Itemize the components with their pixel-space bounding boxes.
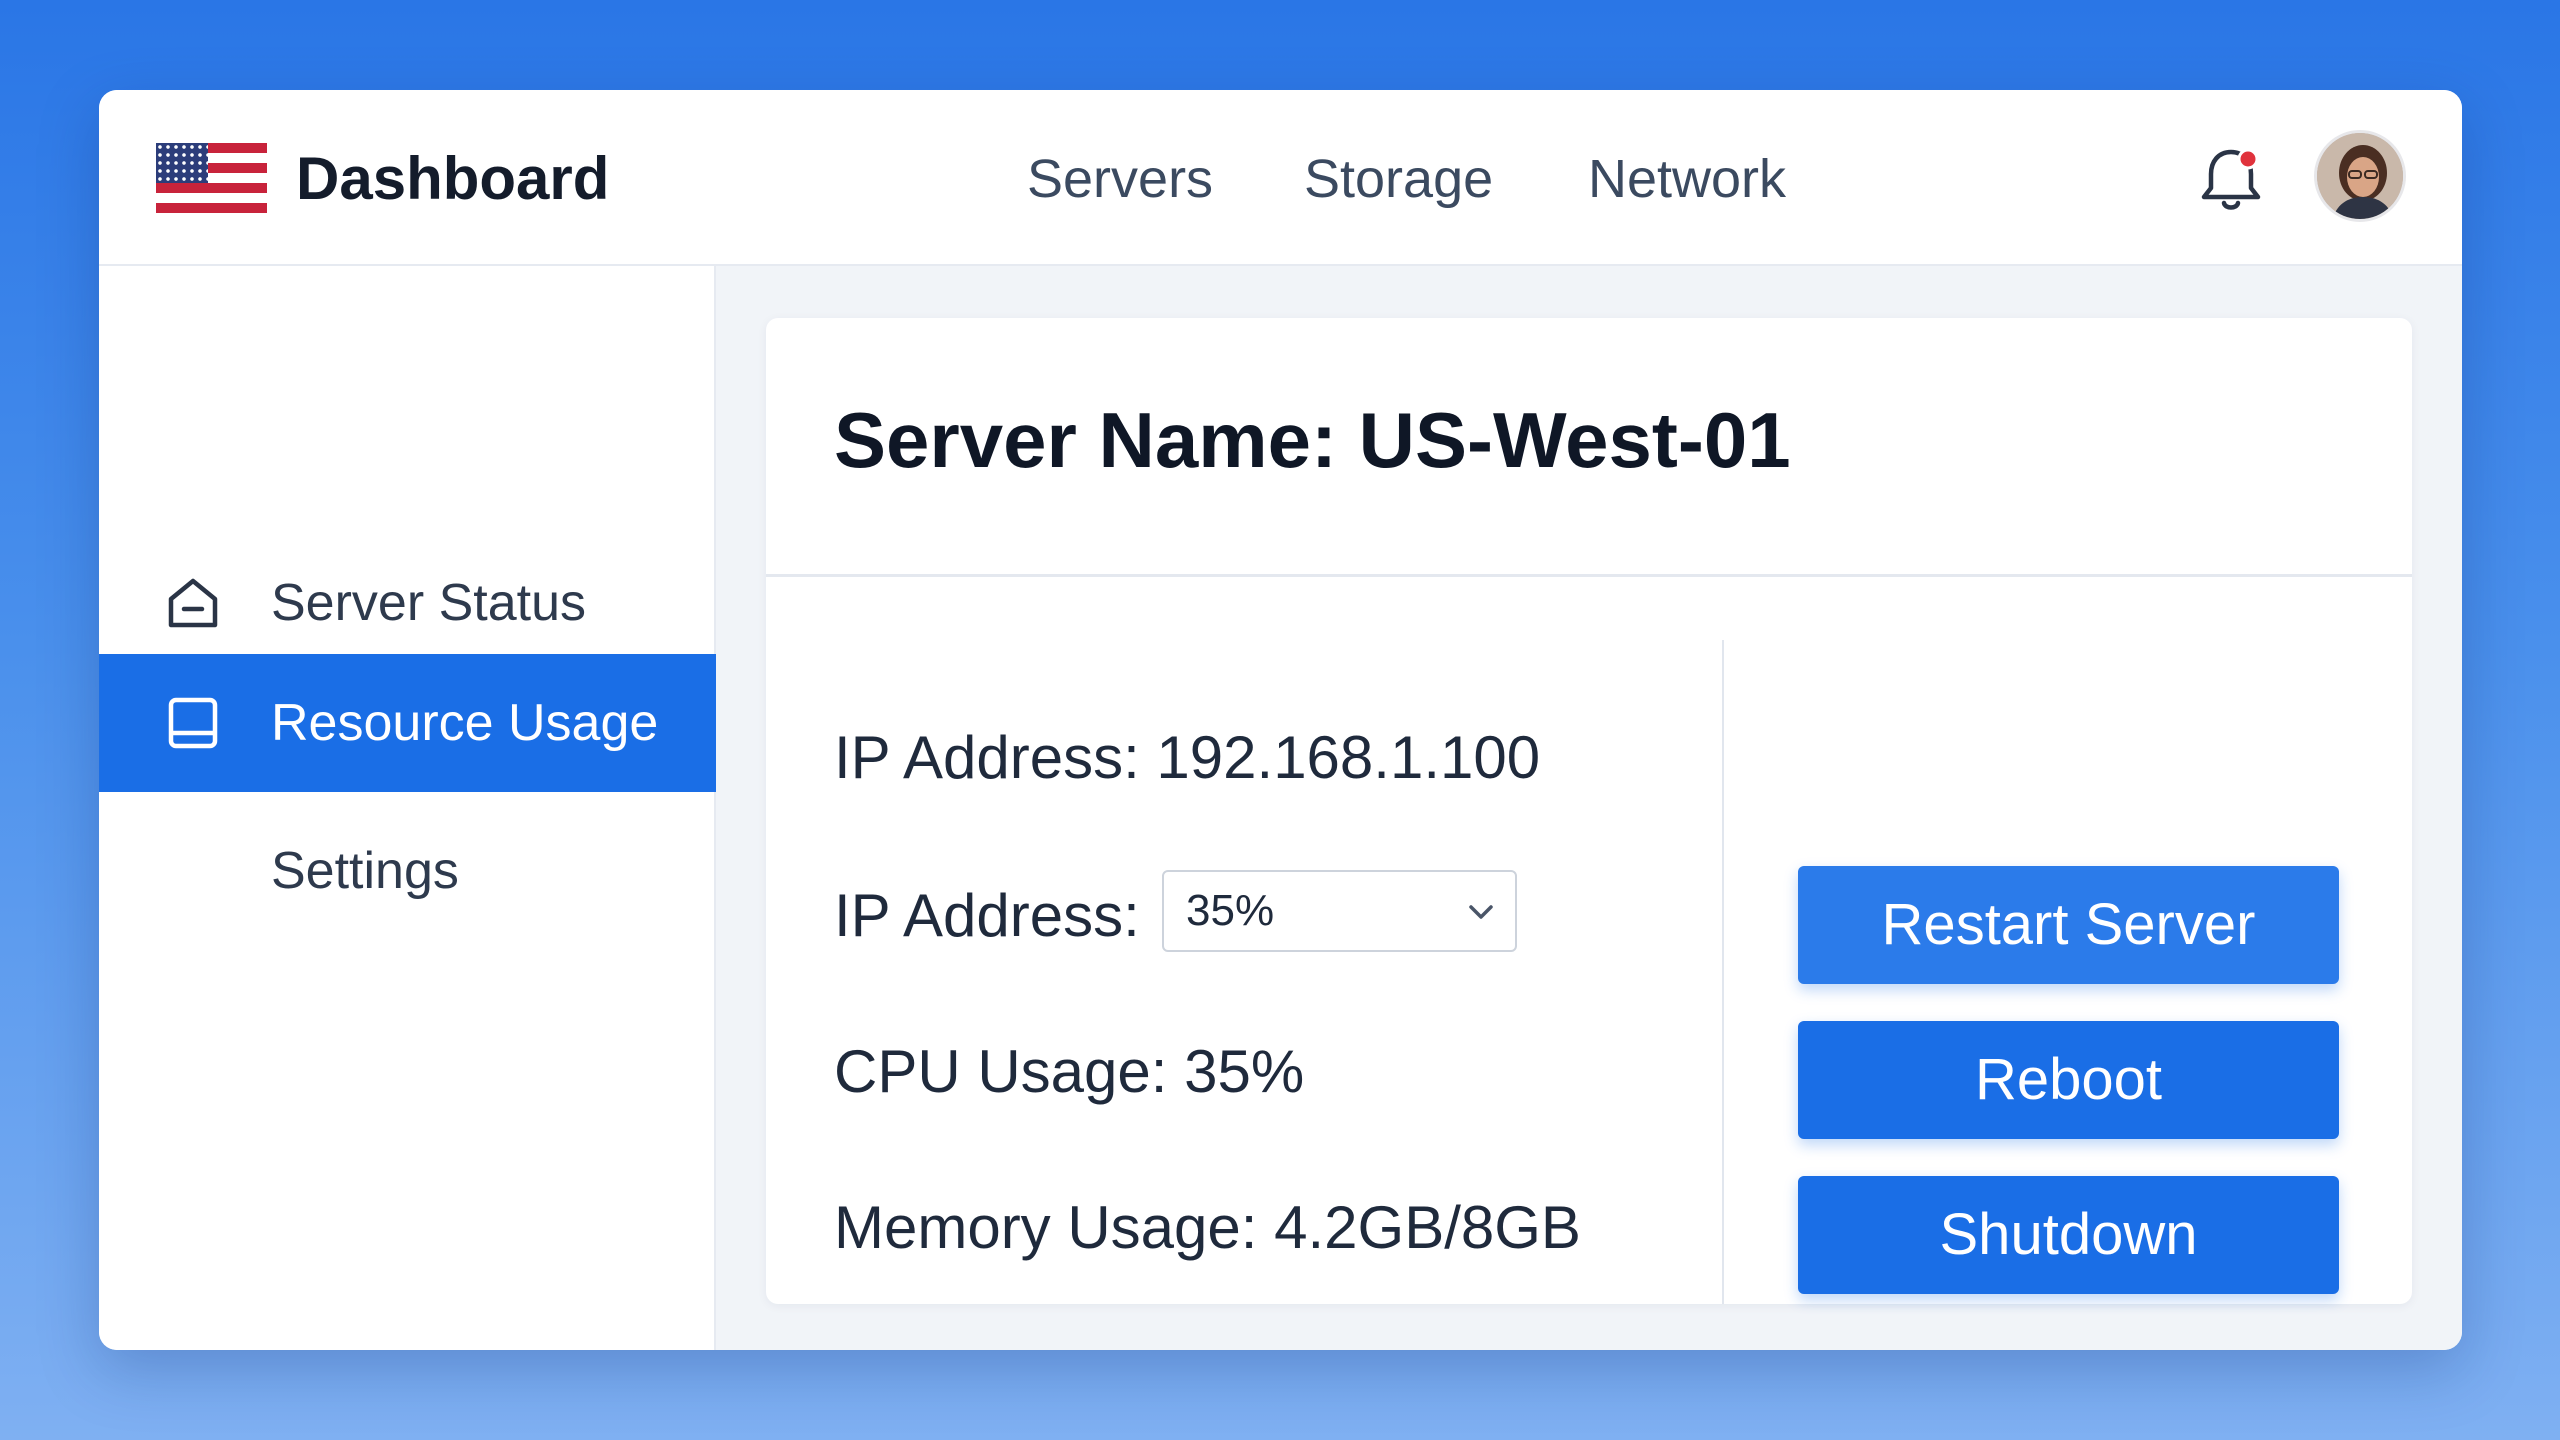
chevron-down-icon: [1465, 896, 1497, 928]
sidebar-item-label: Resource Usage: [271, 694, 659, 752]
ip-address-select-label: IP Address:: [834, 882, 1140, 949]
sidebar-item-resource-usage[interactable]: Resource Usage: [99, 654, 716, 792]
ip-address-text: IP Address: 192.168.1.100: [834, 724, 1541, 791]
nav-network[interactable]: Network: [1588, 142, 1786, 216]
reboot-button[interactable]: Reboot: [1798, 1021, 2339, 1139]
nav-storage[interactable]: Storage: [1304, 142, 1493, 216]
restart-server-button[interactable]: Restart Server: [1798, 866, 2339, 984]
notification-badge: [2237, 148, 2259, 170]
dashboard-window: Dashboard Servers Storage Network Server…: [99, 90, 2462, 1350]
select-value: 35%: [1186, 886, 1275, 935]
memory-usage-text: Memory Usage: 4.2GB/8GB: [834, 1194, 1581, 1261]
sidebar-item-label: Settings: [271, 842, 459, 900]
bell-icon[interactable]: [2191, 140, 2271, 220]
server-card: Server Name: US-West-01 IP Address: 192.…: [766, 318, 2412, 1304]
brand-title: Dashboard: [296, 145, 610, 212]
nav-servers[interactable]: Servers: [1027, 142, 1213, 216]
cpu-usage-text: CPU Usage: 35%: [834, 1038, 1305, 1105]
bell-icon-graphic: [2201, 148, 2261, 210]
top-header: Dashboard Servers Storage Network: [99, 90, 2462, 266]
sidebar-item-label: Server Status: [271, 574, 587, 632]
ip-address-select[interactable]: 35%: [1162, 870, 1517, 952]
card-divider: [766, 574, 2412, 577]
sidebar-item-server-status[interactable]: Server Status: [99, 534, 716, 672]
us-flag-icon: [156, 143, 267, 213]
avatar[interactable]: [2314, 130, 2406, 222]
home-icon: [165, 575, 221, 631]
tablet-icon: [165, 695, 221, 751]
server-name-title: Server Name: US-West-01: [834, 396, 1791, 484]
sidebar: Server Status Resource Usage Settings: [99, 266, 716, 1350]
sidebar-item-settings[interactable]: Settings: [99, 802, 716, 940]
column-divider: [1722, 640, 1724, 1304]
shutdown-button[interactable]: Shutdown: [1798, 1176, 2339, 1294]
avatar-image: [2317, 133, 2403, 219]
main-content: Server Name: US-West-01 IP Address: 192.…: [716, 266, 2462, 1350]
flag-canton: [156, 143, 208, 183]
